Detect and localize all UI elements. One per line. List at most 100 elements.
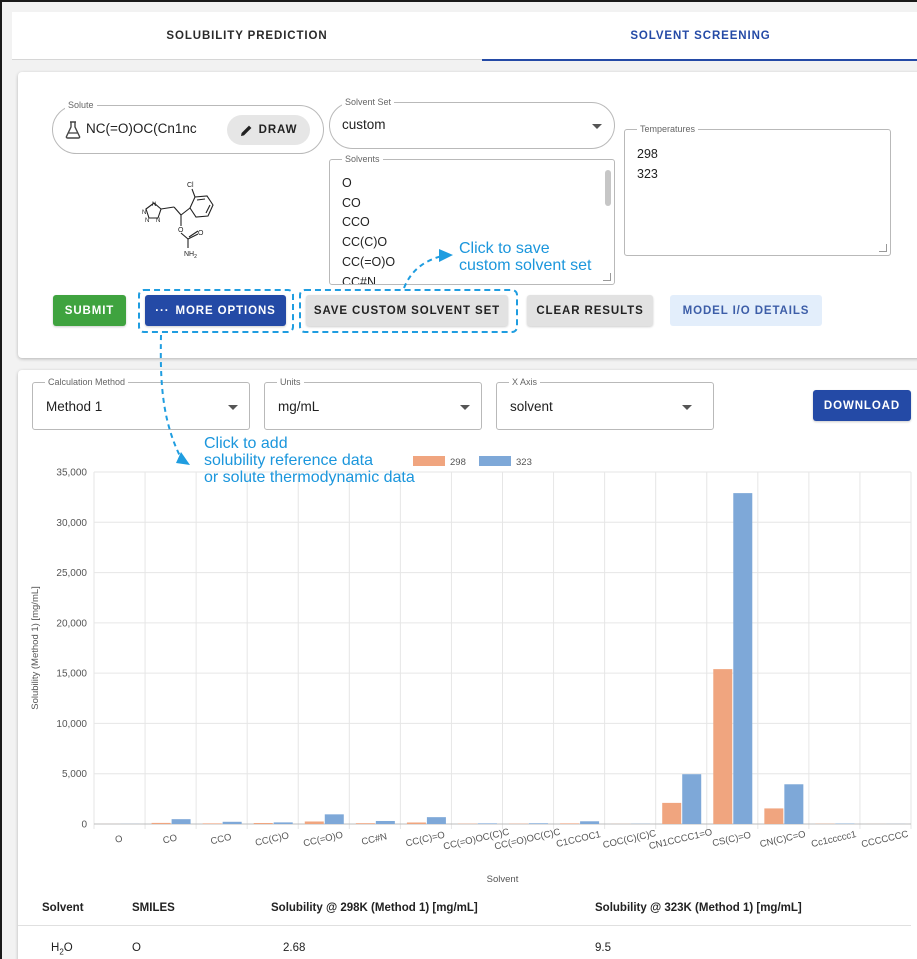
solvent-line: CC(=O)O [342,254,396,269]
legend-label: 298 [450,457,466,468]
x-tick-label: C1CCOC1 [555,829,602,850]
draw-button[interactable]: DRAW [227,115,310,145]
legend-swatch [413,456,445,466]
solubility-298-cell: 2.68 [283,942,306,954]
submit-label: SUBMIT [64,304,115,317]
y-tick-label: 0 [81,820,87,831]
x-tick-label: O [114,833,124,845]
nitrogen-label: N [156,218,160,224]
column-header: Solvent [42,902,84,914]
annotation-text: solubility reference data [204,452,373,469]
clear-results-button[interactable]: CLEAR RESULTS [527,295,653,326]
solvent-set-select[interactable]: Solvent Set custom [329,96,615,149]
app-frame: SOLUBILITY PREDICTION SOLVENT SCREENING … [0,0,917,959]
column-header: Solubility @ 298K (Method 1) [mg/mL] [271,902,478,914]
solvent-line: CC(C)O [342,235,388,250]
x-tick-label: CC(=O)O [302,830,344,850]
tab-label: SOLUBILITY PREDICTION [166,30,328,42]
bar-323 [784,784,804,824]
y-tick-label: 35,000 [56,468,87,479]
bar-323 [324,814,344,824]
save-custom-highlight [299,289,518,333]
solvent-line: CO [342,195,361,210]
molecule-structure-image: Cl O O NH2 N N N N [142,182,214,260]
results-card: Calculation Method Method 1 Units mg/mL … [18,370,917,959]
bar-298 [406,822,426,824]
temperatures-legend: Temperatures [637,123,699,135]
bar-323 [426,817,446,824]
solvents-legend: Solvents [342,153,383,165]
tab-solubility-prediction[interactable]: SOLUBILITY PREDICTION [12,12,482,60]
solute-field[interactable]: Solute NC(=O)OC(Cn1nc DRAW [52,99,324,154]
nitrogen-label: N [152,202,156,208]
solute-legend: Solute [65,99,97,111]
bar-323 [375,820,395,824]
y-tick-label: 25,000 [56,568,87,579]
temperature-line: 323 [637,166,658,181]
chevron-down-icon [592,124,602,129]
solubility-bar-chart: 0 5,000 10,000 15,000 20,000 25,000 30,000 35,0… [30,456,912,885]
resize-handle[interactable] [603,273,611,281]
x-tick-label: CN(C)C=O [759,829,807,850]
table-header: Solvent SMILES Solubility @ 298K (Method… [18,892,911,926]
x-tick-label: CN1CCCC1=O [648,827,713,852]
x-axis-title: Solvent [487,874,519,885]
annotation-text: custom solvent set [459,257,592,274]
solvent-line: CCO [342,215,370,230]
oxygen-label: O [198,230,204,237]
chlorine-label: Cl [187,182,194,189]
solvent-line: CC#N [342,274,377,284]
bar-298 [304,821,324,824]
annotation-text: Click to add [204,435,288,452]
solvent-set-legend: Solvent Set [342,96,395,108]
more-options-highlight [138,289,294,333]
solvents-list: O CO CCO CC(C)O CC(=O)O CC#N [342,174,395,284]
submit-button[interactable]: SUBMIT [53,295,126,326]
solvent-line: O [342,176,352,190]
temperatures-list: 298 323 [637,145,658,184]
solute-smiles-value[interactable]: NC(=O)OC(Cn1nc [86,121,221,136]
x-tick-label: CS(C)=O [711,830,752,850]
model-io-details-button[interactable]: MODEL I/O DETAILS [670,295,822,326]
column-header: SMILES [132,902,175,914]
draw-label: DRAW [258,124,298,136]
bar-298 [662,802,682,824]
bar-298 [202,823,222,824]
temperatures-textarea[interactable]: Temperatures 298 323 [624,123,891,256]
bar-323 [529,823,549,824]
more-options-annotation: Click to add solubility reference data o… [204,435,415,486]
y-axis-title: Solubility (Method 1) [mg/mL] [30,586,41,710]
bar-298 [713,669,733,824]
x-tick-label: CCO [210,832,233,847]
amine-label: NH2 [184,251,197,260]
solvent-set-value: custom [342,117,386,132]
temperature-line: 298 [637,147,658,161]
x-tick-label: CO [162,833,178,847]
bar-298 [764,808,784,824]
oxygen-label: O [178,227,184,234]
y-tick-label: 30,000 [56,518,87,529]
x-tick-label: CC(C)O [254,830,290,848]
clear-results-label: CLEAR RESULTS [536,304,644,317]
bar-298 [253,822,273,824]
legend-swatch [479,456,511,466]
legend-label: 323 [516,457,532,468]
annotation-text: or solute thermodynamic data [204,469,415,486]
column-header: Solubility @ 323K (Method 1) [mg/mL] [595,902,802,914]
bar-323 [580,821,600,824]
y-tick-label: 5,000 [62,769,87,780]
bar-323 [222,821,242,824]
x-tick-label: CC(C)=O [405,830,446,850]
model-io-label: MODEL I/O DETAILS [682,304,810,317]
bar-323 [477,823,497,824]
save-annotation: Click to save custom solvent set [459,240,592,274]
bar-323 [171,819,191,824]
active-tab-indicator [482,59,917,61]
x-tick-label: Cc1ccccc1 [810,829,857,850]
y-tick-label: 10,000 [56,719,87,730]
scrollbar[interactable] [605,170,611,206]
tab-solvent-screening[interactable]: SOLVENT SCREENING [482,12,917,61]
bar-323 [682,774,702,824]
x-tick-label: CC#N [360,831,388,848]
resize-handle[interactable] [879,244,887,252]
